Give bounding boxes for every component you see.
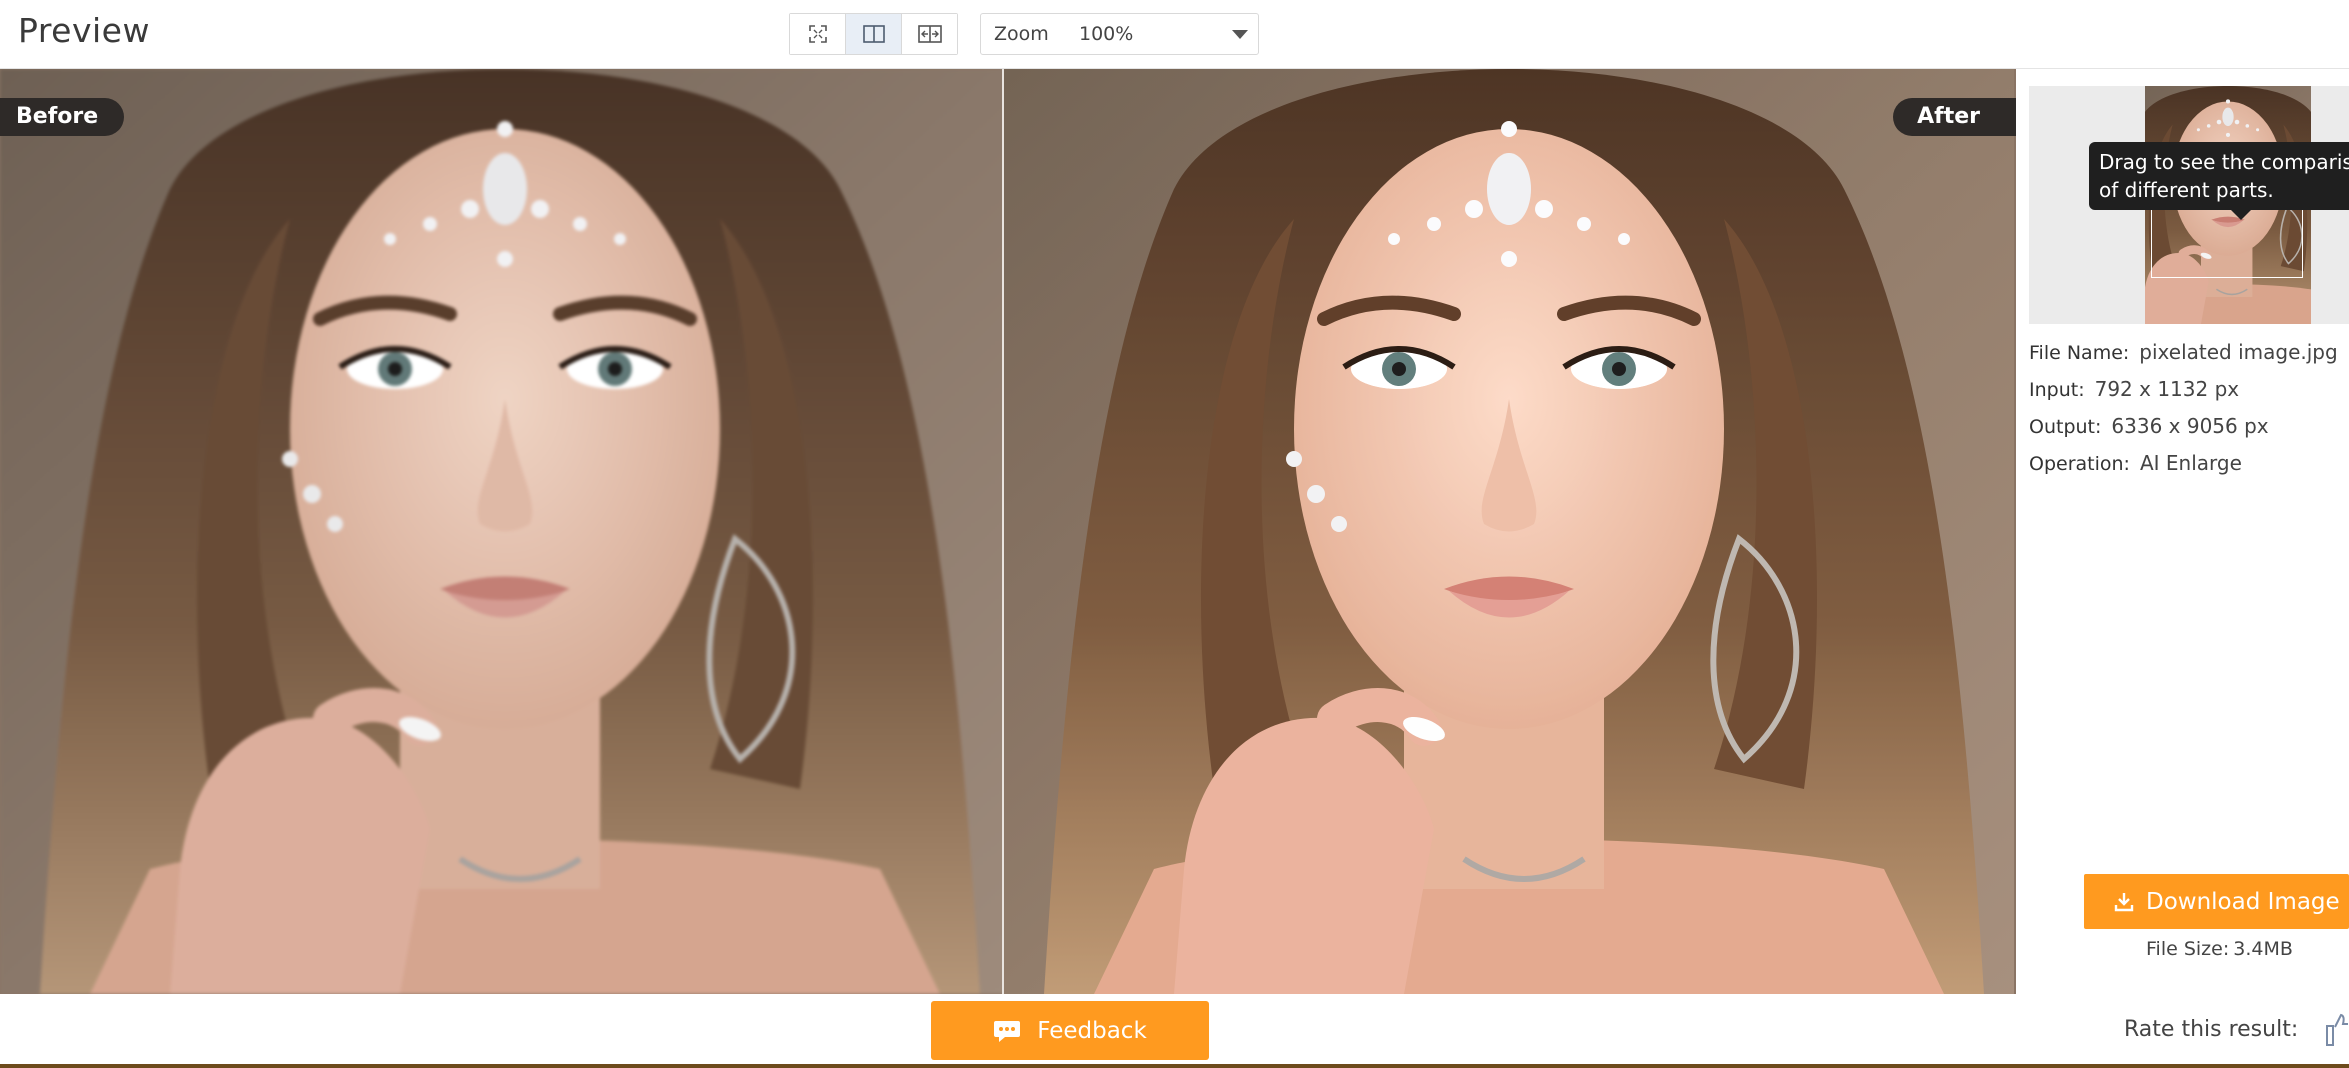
- info-value: AI Enlarge: [2139, 451, 2242, 475]
- view-mode-toolbar: [789, 13, 958, 55]
- expand-icon: [808, 25, 827, 43]
- after-label: After: [1893, 98, 2016, 136]
- download-image-button[interactable]: Download Image: [2084, 874, 2349, 929]
- tooltip-pointer: [2231, 210, 2251, 220]
- drag-tooltip: Drag to see the comparison of different …: [2089, 142, 2349, 210]
- info-row-output: Output: 6336 x 9056 px: [2029, 414, 2349, 451]
- footer-bar: Feedback Rate this result:: [0, 994, 2349, 1068]
- side-by-side-view-button[interactable]: [846, 14, 902, 54]
- chevron-down-icon: [1232, 30, 1248, 39]
- before-label: Before: [0, 98, 125, 136]
- thumbs-up-icon[interactable]: [2326, 1012, 2348, 1046]
- download-button-label: Download Image: [2146, 888, 2340, 915]
- zoom-label: Zoom: [994, 23, 1049, 45]
- info-value: 6336 x 9056 px: [2111, 414, 2269, 438]
- before-photo: [0, 69, 1002, 994]
- chat-bubble-icon: [994, 1020, 1021, 1042]
- feedback-button[interactable]: Feedback: [931, 1001, 1209, 1060]
- zoom-select[interactable]: Zoom 100%: [980, 13, 1259, 55]
- navigator-thumbnail[interactable]: Drag to see the comparison of different …: [2029, 86, 2349, 324]
- side-panel: Drag to see the comparison of different …: [2016, 69, 2349, 994]
- file-size-label: File Size:: [2146, 938, 2230, 960]
- comparison-area[interactable]: Before After: [0, 69, 2016, 994]
- split-view-icon: [862, 25, 885, 43]
- file-size-value: 3.4MB: [2233, 938, 2293, 960]
- info-key: Output:: [2029, 416, 2102, 438]
- info-value: pixelated image.jpg: [2139, 340, 2338, 364]
- slider-compare-view-button[interactable]: [902, 14, 957, 54]
- info-row-file-name: File Name: pixelated image.jpg: [2029, 340, 2349, 377]
- before-image-pane: Before: [0, 69, 1002, 994]
- feedback-button-label: Feedback: [1037, 1017, 1147, 1044]
- zoom-value: 100%: [1079, 23, 1134, 45]
- after-photo: [1004, 69, 2014, 994]
- fullscreen-view-button[interactable]: [790, 14, 846, 54]
- info-row-input: Input: 792 x 1132 px: [2029, 377, 2349, 414]
- tooltip-line-1: Drag to see the comparison: [2099, 150, 2349, 174]
- info-key: Operation:: [2029, 453, 2130, 475]
- file-size: File Size: 3.4MB: [2146, 938, 2293, 960]
- info-key: Input:: [2029, 379, 2085, 401]
- compare-slider-icon: [917, 25, 942, 43]
- header-bar: Preview Zoom 100%: [0, 0, 2349, 69]
- file-info: File Name: pixelated image.jpg Input: 792 …: [2029, 340, 2349, 488]
- page-title: Preview: [18, 11, 150, 50]
- info-key: File Name:: [2029, 342, 2130, 364]
- info-row-operation: Operation: AI Enlarge: [2029, 451, 2349, 488]
- after-image-pane: After: [1004, 69, 2016, 994]
- info-value: 792 x 1132 px: [2094, 377, 2240, 401]
- bottom-edge: [0, 1064, 2349, 1068]
- download-icon: [2114, 892, 2134, 911]
- rate-result-label: Rate this result:: [2124, 1017, 2299, 1042]
- tooltip-line-2: of different parts.: [2099, 178, 2274, 202]
